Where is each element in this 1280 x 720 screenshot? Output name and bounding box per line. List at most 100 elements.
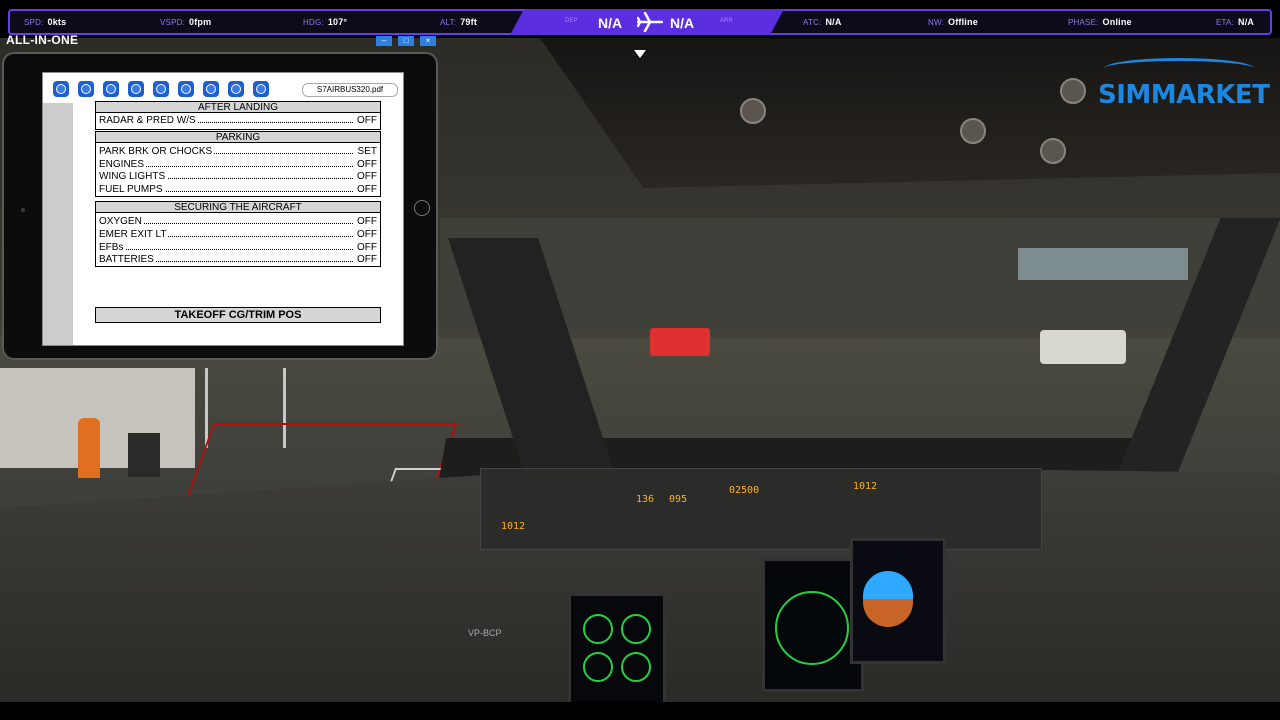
next-page-icon[interactable] xyxy=(203,81,219,97)
altitude-value: 79ft xyxy=(460,17,478,27)
eta-stat: ETA: N/A xyxy=(1216,17,1254,27)
departure-value: N/A xyxy=(598,15,623,31)
terminal-windows xyxy=(1018,248,1188,280)
primary-flight-display xyxy=(850,538,946,664)
heading-value: 107° xyxy=(327,17,348,27)
overhead-knob xyxy=(1060,78,1086,104)
ecam-display xyxy=(568,593,666,702)
network-label: NW: xyxy=(928,18,945,27)
tablet-camera xyxy=(21,208,25,212)
checklist-item: PARK BRK OR CHOCKS xyxy=(99,146,215,158)
checklist-row: ENGINES OFF xyxy=(99,159,377,171)
checklist-value: OFF xyxy=(355,115,377,127)
atc-label: ATC: xyxy=(803,18,822,27)
checklist-row: EMER EXIT LT OFF xyxy=(99,229,377,241)
vspeed-label: VSPD: xyxy=(160,18,186,27)
network-value: Offline xyxy=(948,17,978,27)
maximize-icon[interactable]: □ xyxy=(398,36,414,46)
pdf-viewer: S7AIRBUS320.pdf AFTER LANDING RADAR & PR… xyxy=(42,72,404,346)
checklist-value: OFF xyxy=(355,229,377,241)
checklist-value: SET xyxy=(355,146,377,158)
checklist-row: FUEL PUMPS OFF xyxy=(99,184,377,196)
previous-page-icon[interactable] xyxy=(178,81,194,97)
engine-gauge xyxy=(621,652,651,682)
attitude-ground xyxy=(863,599,913,627)
heading-stat: HDG: 107° xyxy=(303,17,347,27)
phase-label: PHASE: xyxy=(1068,18,1099,27)
menu-icon[interactable] xyxy=(103,81,119,97)
red-van xyxy=(650,328,710,356)
eta-label: ETA: xyxy=(1216,18,1234,27)
simmarket-logo: SIMMARKET xyxy=(1098,58,1270,110)
checklist-row: RADAR & PRED W/S OFF xyxy=(99,115,377,127)
checklist-page[interactable]: AFTER LANDING RADAR & PRED W/S OFF PARKI… xyxy=(95,101,382,341)
pdf-side-margin xyxy=(43,103,73,345)
checklist-item: OXYGEN xyxy=(99,216,144,228)
attitude-sky xyxy=(863,571,913,599)
first-page-icon[interactable] xyxy=(53,81,69,97)
overhead-knob xyxy=(1040,138,1066,164)
checklist-item: EMER EXIT LT xyxy=(99,229,169,241)
arrival-label: ARR xyxy=(720,18,733,24)
network-stat: NW: Offline xyxy=(928,17,978,27)
zoom-fit-icon[interactable] xyxy=(78,81,94,97)
checklist-row: OXYGEN OFF xyxy=(99,216,377,228)
atc-stat: ATC: N/A xyxy=(803,17,842,27)
bottom-letterbox xyxy=(0,702,1280,720)
page-icon[interactable] xyxy=(128,81,144,97)
waste-bin xyxy=(128,433,160,477)
zoom-in-icon[interactable] xyxy=(228,81,244,97)
checklist-item: BATTERIES xyxy=(99,254,156,266)
eta-value: N/A xyxy=(1238,17,1255,27)
flight-status-bar: SPD: 0kts VSPD: 0fpm HDG: 107° ALT: 79ft DEP… xyxy=(8,9,1272,35)
engine-gauge xyxy=(583,614,613,644)
registration-placard: VP-BCP xyxy=(468,628,502,638)
aio-window-title: ALL-IN-ONE xyxy=(6,33,79,47)
checklist-row: WING LIGHTS OFF xyxy=(99,171,377,183)
atc-value: N/A xyxy=(825,17,842,27)
altitude-label: ALT: xyxy=(440,18,457,27)
vspeed-stat: VSPD: 0fpm xyxy=(160,17,211,27)
tablet-home-button[interactable] xyxy=(414,200,430,216)
checklist-value: OFF xyxy=(355,159,377,171)
checklist-item: WING LIGHTS xyxy=(99,171,168,183)
checklist-item: RADAR & PRED W/S xyxy=(99,115,198,127)
checklist-value: OFF xyxy=(355,242,377,254)
arrival-value: N/A xyxy=(670,15,695,31)
logo-text: SIMMARKET xyxy=(1098,80,1270,110)
engine-gauge xyxy=(583,652,613,682)
zoom-out-icon[interactable] xyxy=(253,81,269,97)
checklist-item: EFBs xyxy=(99,242,126,254)
fcu-altitude-readout: 02500 xyxy=(729,485,760,496)
baro-left-readout: 1012 xyxy=(501,521,526,532)
expand-caret-icon[interactable] xyxy=(634,50,646,58)
checklist-row: PARK BRK OR CHOCKS SET xyxy=(99,146,377,158)
phase-value: Online xyxy=(1102,17,1132,27)
overhead-knob xyxy=(740,98,766,124)
overhead-knob xyxy=(960,118,986,144)
section-parking: PARKING xyxy=(95,131,381,143)
compass-arc xyxy=(775,591,849,665)
takeoff-cg-trim-heading: TAKEOFF CG/TRIM POS xyxy=(95,307,381,323)
checklist-row: EFBs OFF xyxy=(99,242,377,254)
checklist-value: OFF xyxy=(355,171,377,183)
route-banner: DEP N/A N/A ARR xyxy=(510,9,784,35)
baro-right-readout: 1012 xyxy=(853,481,878,492)
fcu-speed-readout: 136 xyxy=(636,494,655,505)
vspeed-value: 0fpm xyxy=(189,17,212,27)
minimize-icon[interactable]: – xyxy=(376,36,392,46)
altitude-stat: ALT: 79ft xyxy=(440,17,477,27)
speed-stat: SPD: 0kts xyxy=(24,17,66,27)
speed-value: 0kts xyxy=(47,17,67,27)
airplane-icon xyxy=(637,12,663,32)
pdf-filename: S7AIRBUS320.pdf xyxy=(302,83,398,97)
pushback-tug xyxy=(1040,330,1126,364)
logo-swoosh xyxy=(1104,58,1254,79)
rotate-icon[interactable] xyxy=(153,81,169,97)
flight-control-unit[interactable]: 1012 136 095 02500 1012 xyxy=(480,468,1042,550)
speed-label: SPD: xyxy=(24,18,44,27)
close-icon[interactable]: × xyxy=(420,36,436,46)
checklist-value: OFF xyxy=(355,254,377,266)
phase-stat: PHASE: Online xyxy=(1068,17,1132,27)
pdf-toolbar: S7AIRBUS320.pdf xyxy=(43,73,403,103)
